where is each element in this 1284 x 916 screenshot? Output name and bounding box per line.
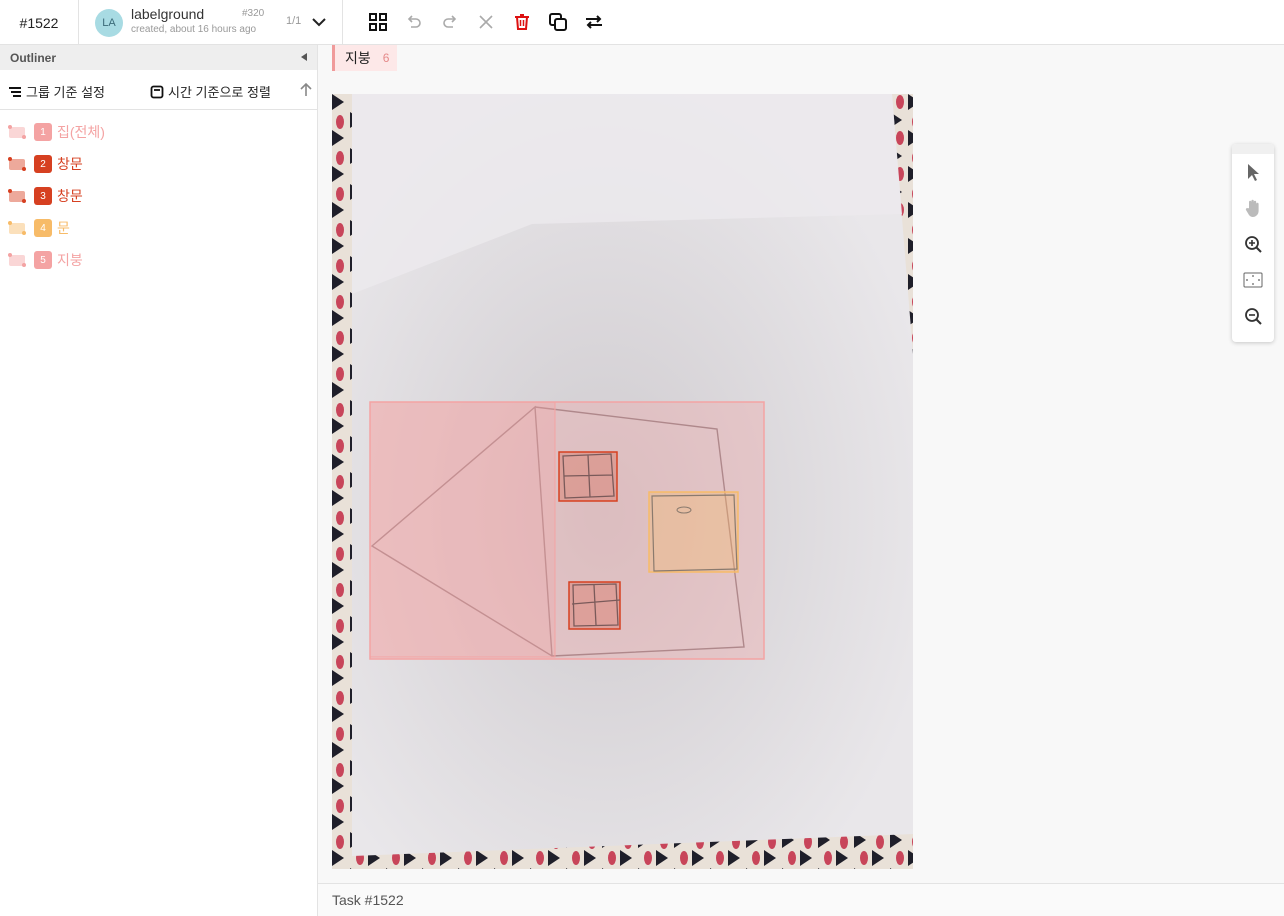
category-tag: 지붕 6 (332, 45, 398, 71)
task-id: #1522 (0, 0, 79, 45)
item-label: 집(전체) (57, 124, 105, 140)
sort-label: 시간 기준으로 정렬 (168, 85, 271, 100)
canvas-area[interactable]: 지붕 6 (318, 45, 1284, 883)
view-tools-handle[interactable] (1232, 144, 1274, 154)
item-label: 지붕 (57, 252, 83, 268)
collapse-icon[interactable] (301, 53, 307, 61)
box-icon (8, 252, 28, 268)
item-number: 1 (34, 123, 52, 141)
user-number: #320 (242, 8, 265, 19)
top-bar: #1522 LA labelground created, about 16 h… (0, 0, 1284, 45)
user-name: labelground (131, 6, 205, 22)
task-image[interactable] (332, 94, 913, 869)
arrow-up-icon[interactable] (299, 82, 313, 98)
zoom-in-icon[interactable] (1232, 226, 1274, 262)
category-label: 지붕 (345, 50, 371, 66)
copy-icon[interactable] (540, 11, 576, 33)
list-item[interactable]: 5 지붕 (0, 244, 317, 276)
item-label: 문 (57, 220, 70, 236)
sort-icon (150, 85, 164, 98)
category-count: 6 (382, 51, 390, 65)
task-label: Task #1522 (332, 892, 404, 908)
undo-icon[interactable] (396, 11, 432, 33)
box-icon (8, 220, 28, 236)
grid-icon[interactable] (360, 11, 396, 33)
trash-icon[interactable] (504, 11, 540, 33)
box-icon (8, 156, 28, 172)
outliner-title: Outliner (10, 50, 57, 65)
item-label: 창문 (57, 188, 83, 204)
status-bar: Task #1522 (318, 883, 1284, 916)
swap-icon[interactable] (576, 11, 612, 33)
outliner-panel: Outliner 그룹 기준 설정 시간 기준으로 정렬 1 집(전체) 2 창… (0, 45, 318, 916)
chevron-down-icon[interactable] (310, 13, 328, 31)
item-number: 2 (34, 155, 52, 173)
list-item[interactable]: 2 창문 (0, 148, 317, 180)
view-tools (1232, 144, 1274, 342)
list-icon (9, 86, 21, 97)
annotation-list: 1 집(전체) 2 창문 3 창문 4 문 5 지붕 (0, 110, 317, 276)
avatar: LA (95, 9, 123, 37)
item-number: 3 (34, 187, 52, 205)
list-item[interactable]: 1 집(전체) (0, 116, 317, 148)
item-number: 5 (34, 251, 52, 269)
pointer-icon[interactable] (1232, 154, 1274, 190)
sort-button[interactable]: 시간 기준으로 정렬 (150, 82, 271, 101)
box-icon (8, 188, 28, 204)
close-icon[interactable] (468, 11, 504, 33)
outliner-header: Outliner (0, 45, 317, 70)
hand-icon[interactable] (1232, 190, 1274, 226)
fit-icon[interactable] (1232, 262, 1274, 298)
user-info: LA labelground created, about 16 hours a… (79, 0, 343, 45)
group-by-button[interactable]: 그룹 기준 설정 (8, 82, 105, 101)
list-item[interactable]: 3 창문 (0, 180, 317, 212)
box-icon (8, 124, 28, 140)
drawing-photo (332, 94, 913, 869)
zoom-out-icon[interactable] (1232, 298, 1274, 334)
item-label: 창문 (57, 156, 83, 172)
page-counter: 1/1 (286, 15, 302, 27)
created-time: created, about 16 hours ago (131, 24, 257, 35)
item-number: 4 (34, 219, 52, 237)
outliner-options: 그룹 기준 설정 시간 기준으로 정렬 (0, 70, 317, 110)
redo-icon[interactable] (432, 11, 468, 33)
list-item[interactable]: 4 문 (0, 212, 317, 244)
toolbar (360, 11, 612, 33)
group-by-label: 그룹 기준 설정 (26, 85, 105, 100)
